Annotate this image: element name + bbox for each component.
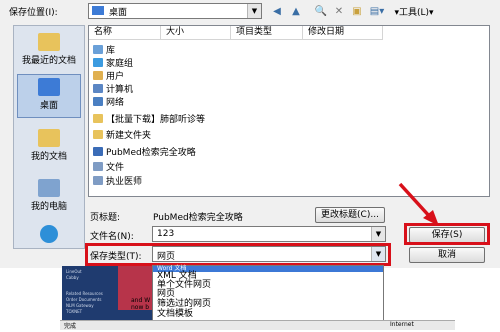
webpage-icon <box>93 146 103 156</box>
webpage-text: LineOut <box>66 269 82 274</box>
folder-icon <box>93 113 103 123</box>
file-name: 计算机 <box>106 84 134 95</box>
list-item[interactable]: PubMed检索完全攻略 <box>93 145 196 158</box>
webpage-text: now b <box>131 304 150 311</box>
place-desktop[interactable]: 桌面 <box>17 74 81 118</box>
my-documents-icon <box>38 129 60 147</box>
views-icon[interactable]: ▤▾ <box>367 3 387 19</box>
my-computer-icon <box>38 179 60 197</box>
column-header-date[interactable]: 修改日期 <box>303 26 383 40</box>
chevron-down-icon[interactable]: ▼ <box>371 227 385 241</box>
place-my-documents[interactable]: 我的文档 <box>17 126 81 170</box>
file-name: 库 <box>106 45 116 56</box>
place-my-computer[interactable]: 我的电脑 <box>17 176 81 220</box>
file-name-field[interactable]: 123 ▼ <box>152 226 386 242</box>
browser-status-bar: 完成 Internet <box>60 320 455 330</box>
tools-menu[interactable]: ▾工具(L)▾ <box>392 3 436 19</box>
webpage-text: NLM Gateway <box>66 303 94 308</box>
save-location-label: 保存位置(I): <box>9 8 58 18</box>
file-name: 用户 <box>106 71 125 82</box>
list-item[interactable]: 新建文件夹 <box>93 128 152 141</box>
file-list[interactable]: 名称 大小 项目类型 修改日期 库 家庭组 用户 计算机 网络 【批量下载】肺部… <box>88 25 490 197</box>
dropdown-option[interactable]: 网页 <box>157 290 175 299</box>
place-network[interactable] <box>17 222 81 246</box>
up-folder-icon[interactable]: ▲ <box>288 3 304 19</box>
file-name: 新建文件夹 <box>106 130 152 141</box>
network-globe-icon <box>40 225 58 243</box>
column-header-name[interactable]: 名称 <box>89 26 161 40</box>
chevron-down-icon[interactable]: ▼ <box>247 4 261 18</box>
red-arrow-icon <box>398 182 439 226</box>
file-name-value: 123 <box>157 229 175 239</box>
save-type-dropdown-list[interactable]: Word 文档 XML 文档 单个文件网页 网页 筛选过的网页 文档模板 <box>152 265 384 323</box>
new-folder-icon[interactable]: ▣ <box>349 3 365 19</box>
dropdown-option[interactable]: 筛选过的网页 <box>157 300 211 309</box>
list-item[interactable]: 库 <box>93 43 116 56</box>
list-item[interactable]: 网络 <box>93 95 125 108</box>
back-arrow-icon[interactable]: ◀ <box>268 3 286 19</box>
homegroup-icon <box>93 57 103 67</box>
change-title-button[interactable]: 更改标题(C)... <box>315 207 385 223</box>
library-icon <box>93 44 103 54</box>
desktop-icon <box>38 78 60 96</box>
list-item[interactable]: 【批量下载】肺部听诊等 <box>93 112 206 125</box>
place-label: 我最近的文档 <box>21 56 76 66</box>
file-name: 网络 <box>106 97 125 108</box>
webpage-text: Cabby <box>66 275 79 280</box>
list-item[interactable]: 执业医师 <box>93 174 143 187</box>
status-left-text: 完成 <box>64 323 77 330</box>
desktop-small-icon <box>92 6 104 15</box>
search-web-icon[interactable]: 🔍 <box>313 3 329 19</box>
status-zone-text: Internet <box>390 321 414 328</box>
list-item[interactable]: 计算机 <box>93 82 134 95</box>
save-location-combo[interactable]: 桌面 ▼ <box>88 3 262 19</box>
recent-documents-icon <box>38 33 60 51</box>
file-name-label: 文件名(N): <box>90 232 134 242</box>
list-item[interactable]: 用户 <box>93 69 125 82</box>
webpage-text: Order Documents <box>66 297 102 302</box>
save-location-value: 桌面 <box>109 8 128 18</box>
webpage-text: Related Resources <box>66 291 103 296</box>
folder-icon <box>93 129 103 139</box>
file-name: 执业医师 <box>106 176 143 187</box>
page-title-label: 页标题: <box>90 213 121 223</box>
cancel-button[interactable]: 取消 <box>409 247 485 263</box>
page-title-value: PubMed检索完全攻略 <box>153 213 243 223</box>
file-name: PubMed检索完全攻略 <box>106 147 196 158</box>
shortcut-icon <box>93 161 103 171</box>
place-label: 桌面 <box>39 101 58 111</box>
file-name: 家庭组 <box>106 58 134 69</box>
list-item[interactable]: 文件 <box>93 160 125 173</box>
computer-icon <box>93 83 103 93</box>
webpage-text: TOXNET <box>66 309 83 314</box>
list-item[interactable]: 家庭组 <box>93 56 134 69</box>
user-folder-icon <box>93 70 103 80</box>
place-label: 我的电脑 <box>30 202 67 212</box>
place-recent-documents[interactable]: 我最近的文档 <box>17 30 81 74</box>
place-label: 我的文档 <box>30 152 67 162</box>
places-bar: 我最近的文档 桌面 我的文档 我的电脑 <box>13 25 85 249</box>
highlight-box <box>85 243 391 266</box>
delete-x-icon[interactable]: ✕ <box>331 3 347 19</box>
file-name: 【批量下载】肺部听诊等 <box>106 114 206 125</box>
dropdown-option[interactable]: 文档模板 <box>157 310 193 319</box>
column-header-type[interactable]: 项目类型 <box>231 26 303 40</box>
webpage-text: and W <box>131 297 151 304</box>
column-header-size[interactable]: 大小 <box>161 26 231 40</box>
network-icon <box>93 96 103 106</box>
file-name: 文件 <box>106 162 125 173</box>
shortcut-icon <box>93 175 103 185</box>
